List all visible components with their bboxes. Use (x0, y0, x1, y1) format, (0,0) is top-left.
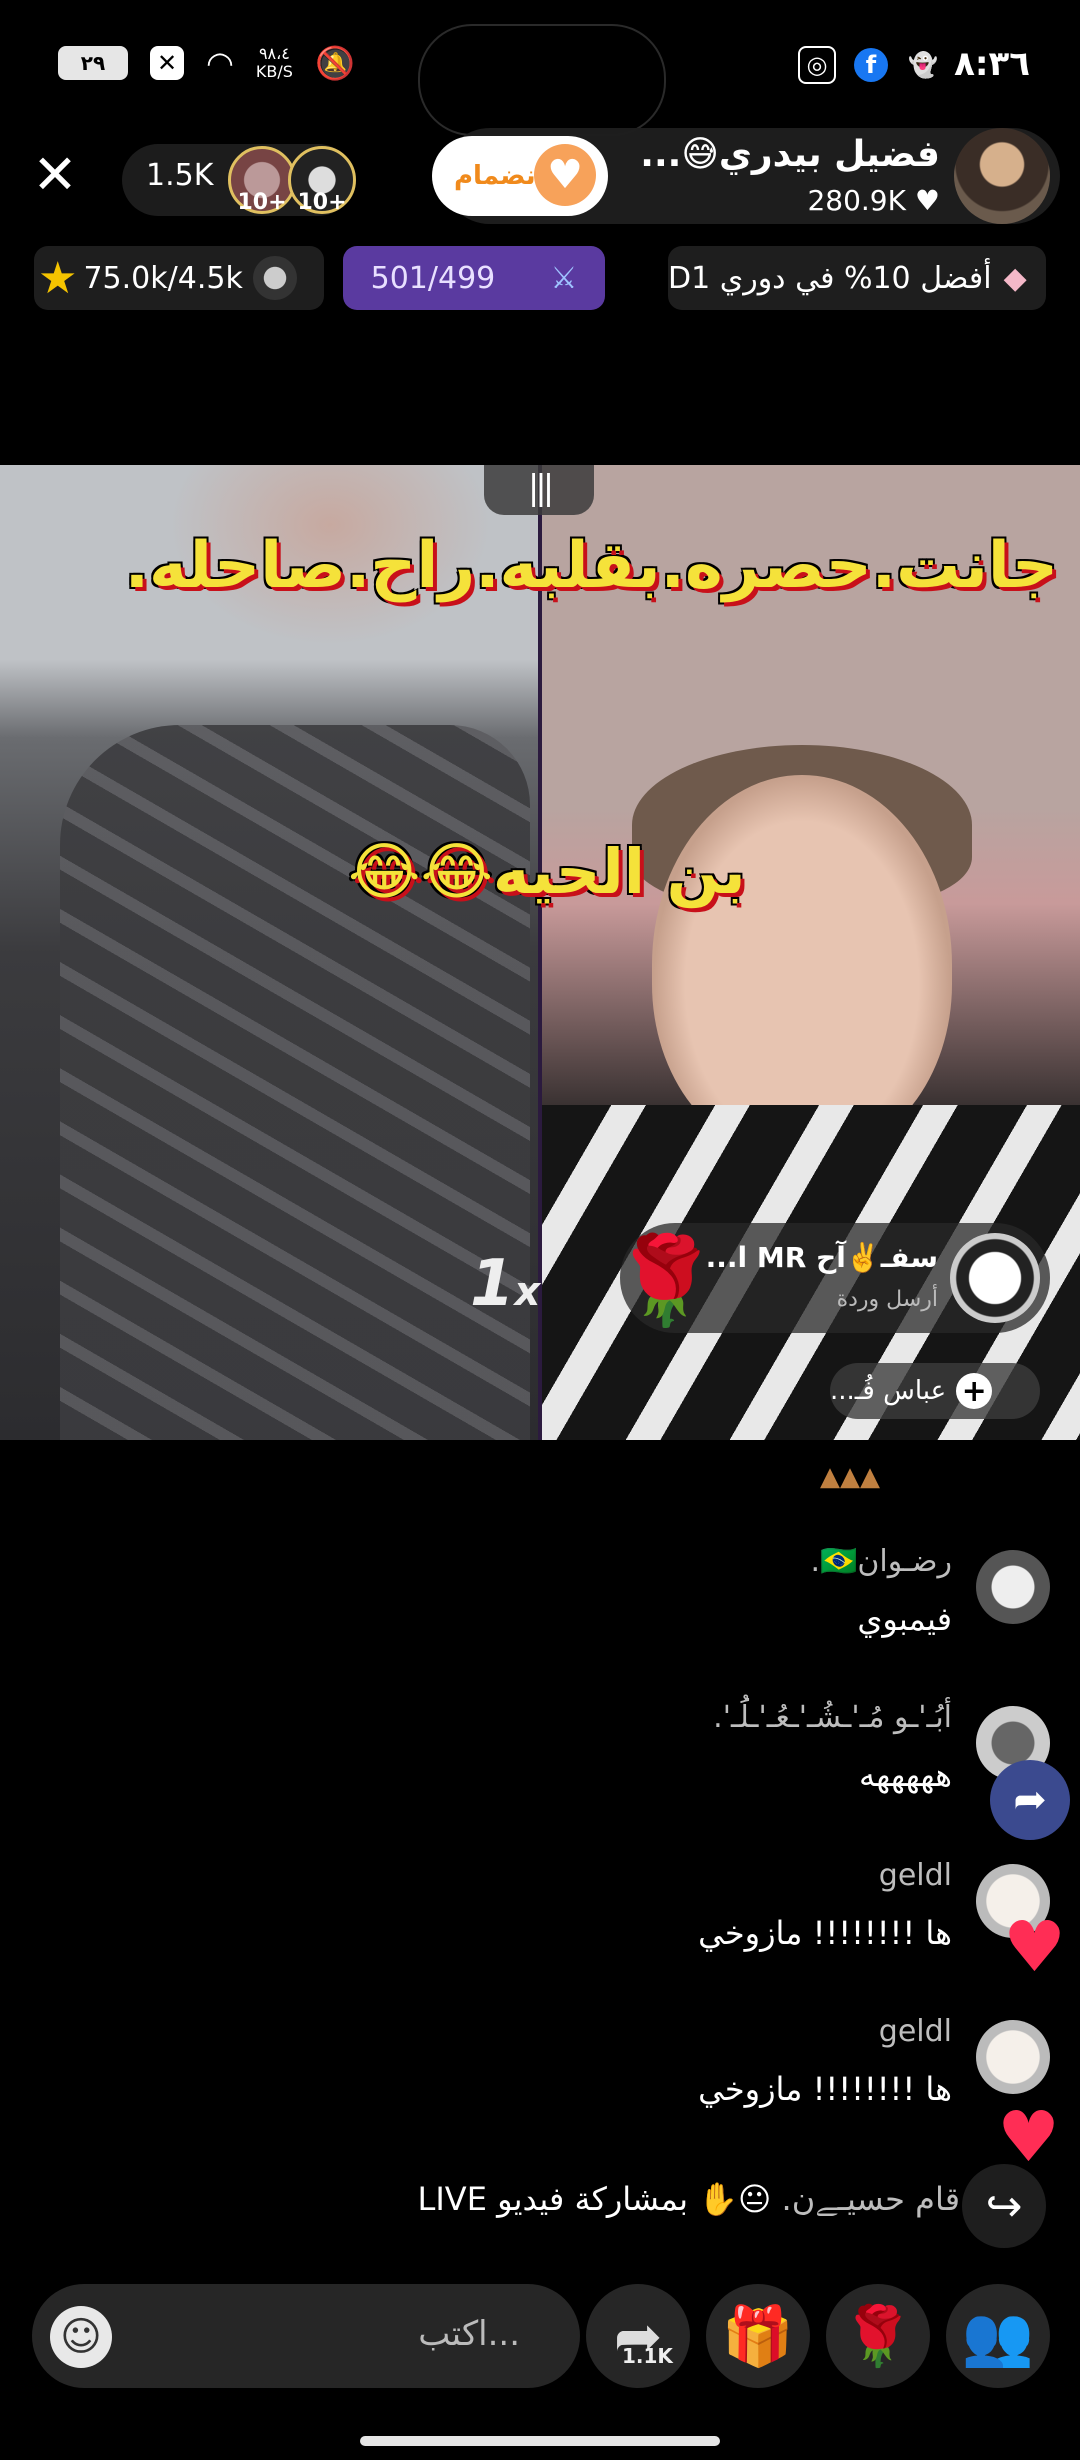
network-speed-value: ٩٨،٤ (258, 44, 290, 63)
instagram-icon: ◎ (798, 46, 836, 84)
status-right-icons: ◎ f 👻 (798, 46, 940, 84)
bell-off-icon: 🔕 (314, 44, 355, 82)
x-app-icon: ✕ (150, 46, 184, 80)
share-button[interactable]: ➦ (586, 2284, 690, 2388)
chat-fade-decoration: ▲▲▲ (820, 1462, 880, 1492)
multi-guest-button[interactable]: 👥 (946, 2284, 1050, 2388)
gift-sender-name: سفـ✌️آح MR ا... (705, 1241, 938, 1274)
emoji-icon[interactable]: ☺ (50, 2306, 112, 2368)
guest-name: عباس فُـ... (830, 1376, 947, 1406)
goal-chip[interactable]: ★ 75.0k/4.5k (34, 246, 324, 310)
rose-icon: 🌹 (841, 2301, 915, 2370)
viewer-badge-1: 10+ (237, 190, 287, 215)
system-user-name[interactable]: قام حسيـﮯن. (782, 2180, 960, 2218)
video-caption-2: بن الحيه😂😂 (348, 835, 746, 908)
comment-text: ها !!!!!!!! مازوخي (698, 2070, 952, 2108)
goal-avatar (252, 256, 297, 300)
snapchat-icon: 👻 (908, 51, 938, 79)
status-bar: ٢٩ ✕ ◠ ٩٨،٤ KB/S 🔕 ◎ f 👻 ٨:٣٦ (0, 0, 1080, 136)
host-avatar[interactable] (954, 128, 1050, 224)
system-emoji: 😐✋ (698, 2180, 772, 2218)
rose-gift-icon: 🌹 (612, 1231, 720, 1331)
video-caption-1: جانت.حصره.بقلبه.راح.صاحله. (124, 529, 1058, 603)
gift-multiplier-suffix: x (514, 1269, 541, 1315)
people-icon: 👥 (961, 2301, 1035, 2370)
live-video[interactable]: ||| جانت.حصره.بقلبه.راح.صاحله. بن الحيه😂… (0, 465, 1080, 1440)
rose-button[interactable]: 🌹 (826, 2284, 930, 2388)
network-speed-unit: KB/S (255, 62, 293, 81)
comment-avatar[interactable] (976, 1550, 1050, 1624)
heart-plus-icon: ♥ (534, 144, 596, 206)
close-icon[interactable]: ✕ (30, 148, 80, 202)
diamond-icon: ◆ (1003, 260, 1027, 296)
home-indicator[interactable] (360, 2436, 720, 2446)
comment-avatar[interactable] (976, 2020, 1050, 2094)
league-rank-chip[interactable]: ◆ أفضل 10% في دوري D1 (668, 246, 1046, 310)
top-viewer-avatar-2[interactable]: 10+ (288, 146, 356, 215)
wifi-icon: ◠ (206, 44, 234, 82)
gift-multiplier-value: 1 (470, 1247, 515, 1321)
comment-username[interactable]: رضـوان🇧🇷. (810, 1544, 952, 1579)
host-face (652, 775, 952, 1155)
viewer-count: 1.5K (146, 158, 214, 193)
gift-sender-avatar[interactable] (950, 1233, 1040, 1323)
join-label: انضمام (454, 161, 545, 191)
viewer-badge-2: 10+ (297, 190, 347, 215)
share-floating-icon[interactable]: ➦ (990, 1760, 1070, 1840)
host-likes-count: 280.9K (807, 184, 906, 217)
network-speed: ٩٨،٤ KB/S (256, 45, 293, 81)
crossed-swords-icon: ⚔ (550, 260, 578, 296)
drag-handle-icon[interactable]: ||| (484, 465, 594, 515)
plus-icon[interactable]: + (956, 1373, 993, 1409)
status-time: ٨:٣٦ (954, 44, 1030, 84)
guest-video-left (0, 465, 538, 1440)
comment-username[interactable]: geldl (879, 1858, 952, 1893)
comment-username[interactable]: geldl (879, 2014, 952, 2049)
share-count: 1.1K (622, 2344, 673, 2368)
comment-placeholder: ...اكتب (418, 2314, 520, 2354)
gift-button[interactable]: 🎁 (706, 2284, 810, 2388)
status-left-icons: ٢٩ ✕ ◠ ٩٨،٤ KB/S 🔕 (58, 44, 355, 82)
guest-shirt (60, 725, 530, 1440)
facebook-icon: f (854, 48, 888, 82)
comment-text: ها !!!!!!!! مازوخي (698, 1914, 952, 1952)
goal-progress: 75.0k/4.5k (83, 260, 243, 296)
host-likes: 280.9K ♥ (807, 184, 940, 217)
join-button[interactable]: انضمام ♥ (432, 136, 608, 216)
system-action: بمشاركة فيديو LIVE (417, 2180, 688, 2218)
top-viewer-avatar-1[interactable]: 10+ (228, 146, 296, 215)
camera-cutout (418, 24, 666, 136)
system-share-message: قام حسيـﮯن. 😐✋ بمشاركة فيديو LIVE (418, 2180, 960, 2219)
follow-guest-chip[interactable]: + عباس فُـ... (830, 1363, 1040, 1419)
comment-username[interactable]: أبُـ'ـو مُـ'ـشُـ'ـعُـ'ـلَُـ'. (713, 1700, 952, 1735)
share-arrow-icon[interactable]: ↪ (962, 2164, 1046, 2248)
battle-score-chip[interactable]: 501/499 ⚔ (343, 246, 605, 310)
star-icon: ★ (38, 252, 78, 304)
gift-multiplier: 1x (470, 1247, 540, 1321)
comment-text: فيمبوي (857, 1600, 952, 1638)
heart-icon: ♥ (914, 184, 940, 217)
league-rank-text: أفضل 10% في دوري D1 (668, 260, 992, 296)
host-name[interactable]: فضيل بيدري😅... (640, 134, 940, 175)
heart-icon: ♥ (1003, 1906, 1066, 1988)
comment-text: هههههه (858, 1756, 952, 1794)
battery-indicator: ٢٩ (58, 46, 128, 80)
gift-action: أرسل وردة (836, 1287, 938, 1312)
battle-score: 501/499 (370, 260, 496, 296)
gift-icon: 🎁 (721, 2301, 795, 2370)
